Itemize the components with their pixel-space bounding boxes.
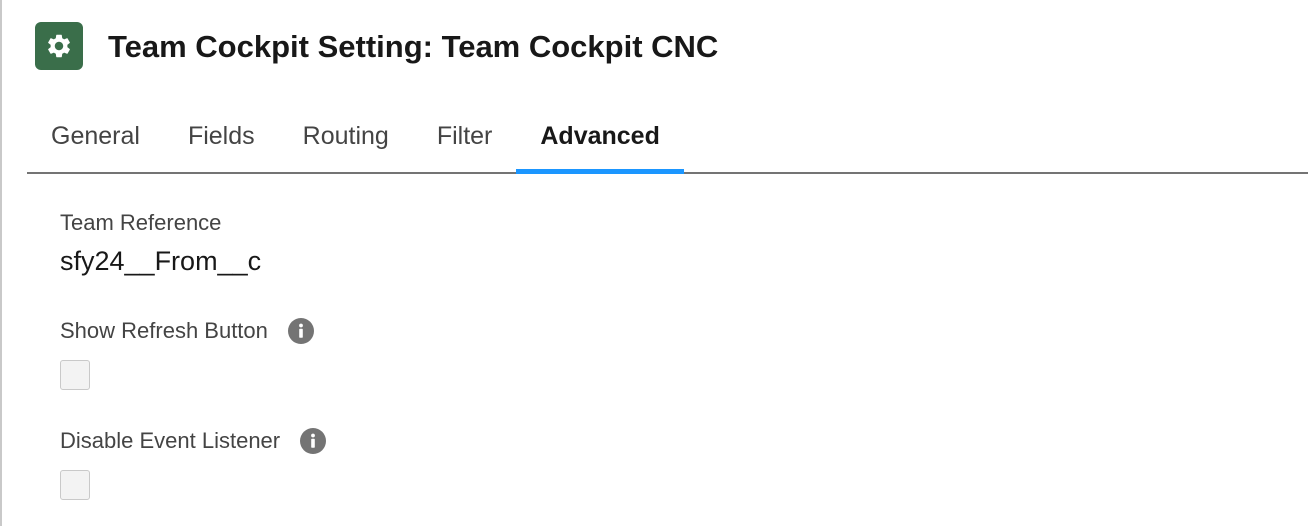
- tab-advanced[interactable]: Advanced: [516, 100, 685, 174]
- disable-event-listener-label: Disable Event Listener: [60, 428, 281, 453]
- show-refresh-button-checkbox[interactable]: [60, 360, 90, 390]
- settings-page: Team Cockpit Setting: Team Cockpit CNC G…: [0, 0, 1308, 526]
- show-refresh-button-field: Show Refresh Button: [60, 318, 314, 390]
- gear-icon: [35, 22, 83, 70]
- tab-general[interactable]: General: [27, 100, 164, 172]
- page-header: Team Cockpit Setting: Team Cockpit CNC: [2, 0, 1308, 96]
- show-refresh-button-label: Show Refresh Button: [60, 318, 268, 343]
- info-icon[interactable]: [300, 428, 327, 454]
- team-reference-field: Team Reference sfy24__From__c: [60, 210, 261, 277]
- tab-routing[interactable]: Routing: [279, 100, 413, 172]
- tab-fields[interactable]: Fields: [164, 100, 279, 172]
- show-refresh-button-label-row: Show Refresh Button: [60, 318, 314, 344]
- tab-filter[interactable]: Filter: [413, 100, 517, 172]
- tab-bar: General Fields Routing Filter Advanced: [27, 100, 1308, 174]
- team-reference-label: Team Reference: [60, 210, 222, 235]
- disable-event-listener-field: Disable Event Listener: [60, 428, 327, 500]
- disable-event-listener-label-row: Disable Event Listener: [60, 428, 327, 454]
- disable-event-listener-checkbox[interactable]: [60, 470, 90, 500]
- team-reference-value: sfy24__From__c: [60, 246, 262, 276]
- info-icon[interactable]: [287, 318, 314, 344]
- page-title: Team Cockpit Setting: Team Cockpit CNC: [108, 29, 719, 64]
